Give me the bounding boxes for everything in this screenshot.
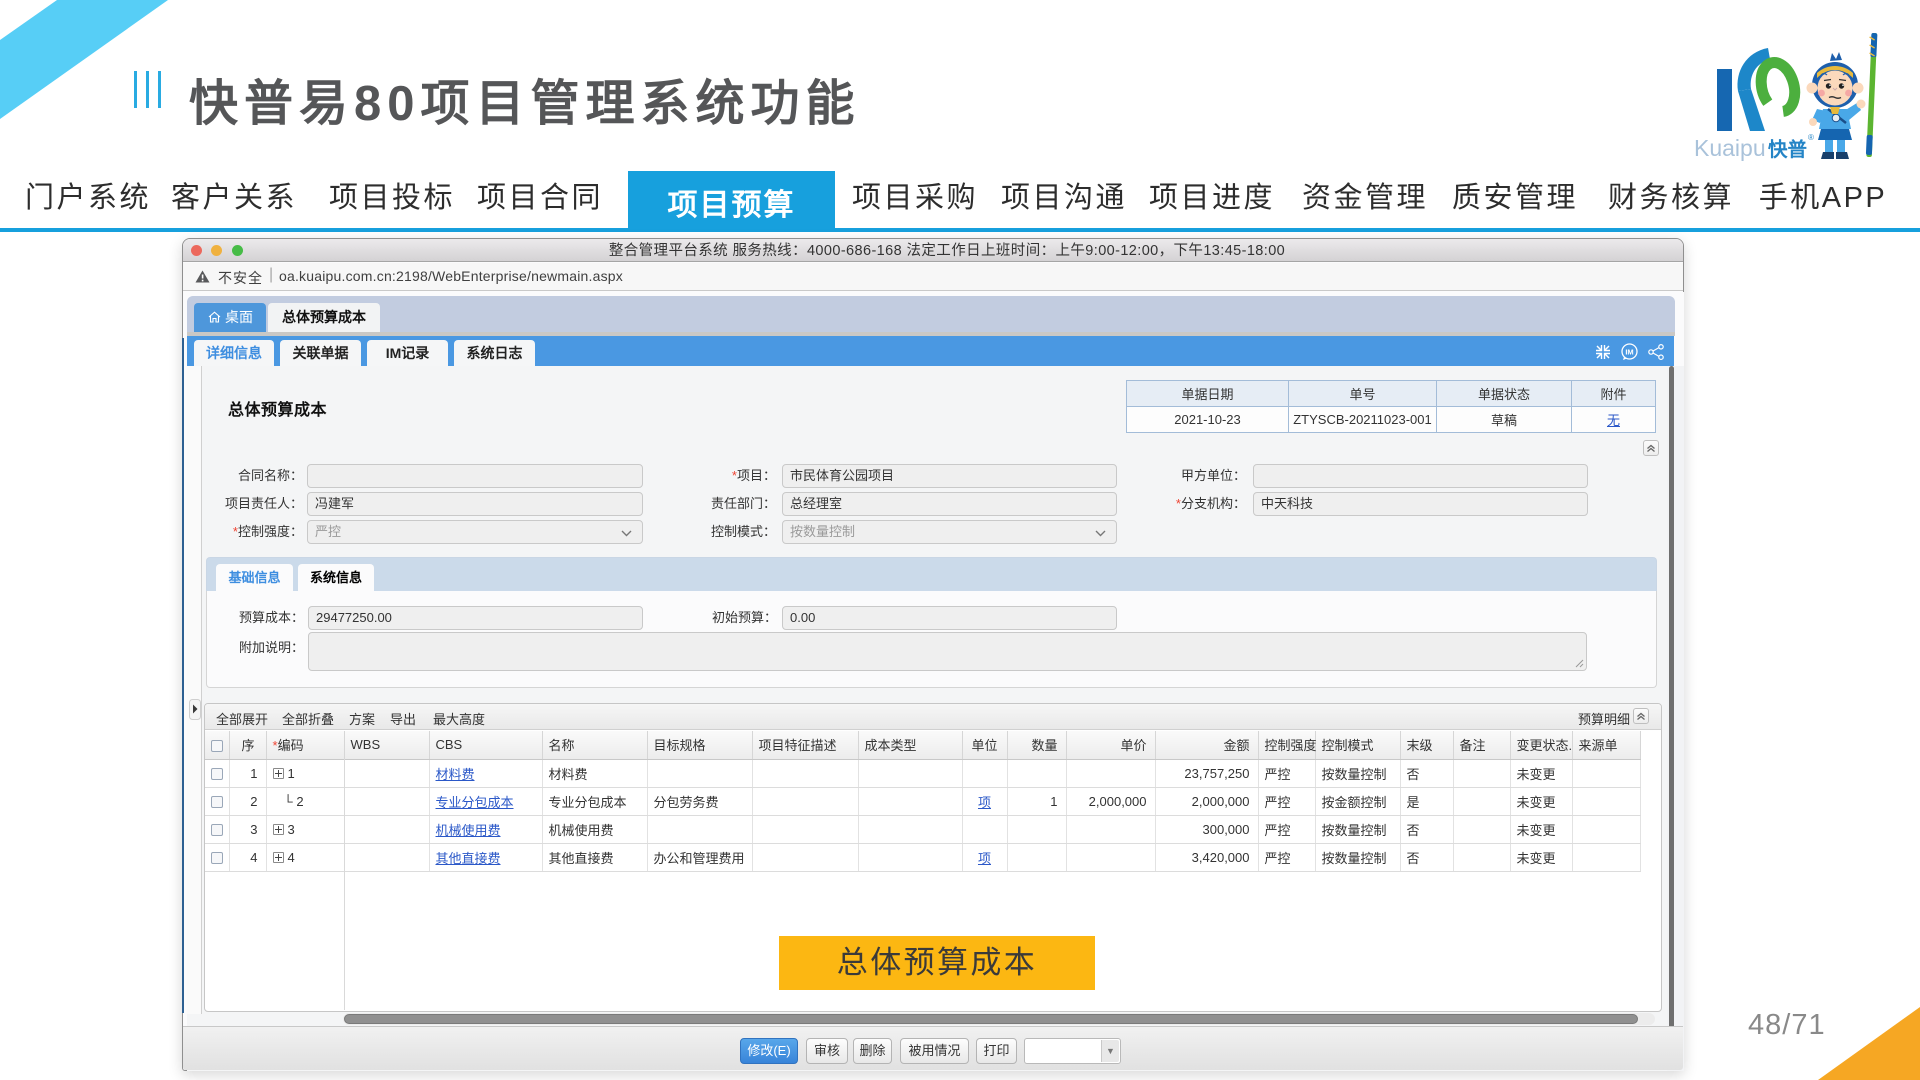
svg-text:®: ® xyxy=(1808,133,1814,142)
svg-text:IM: IM xyxy=(1625,348,1633,357)
svg-text:Kuaipu: Kuaipu xyxy=(1694,135,1766,161)
svg-text:快普: 快普 xyxy=(1768,138,1807,161)
